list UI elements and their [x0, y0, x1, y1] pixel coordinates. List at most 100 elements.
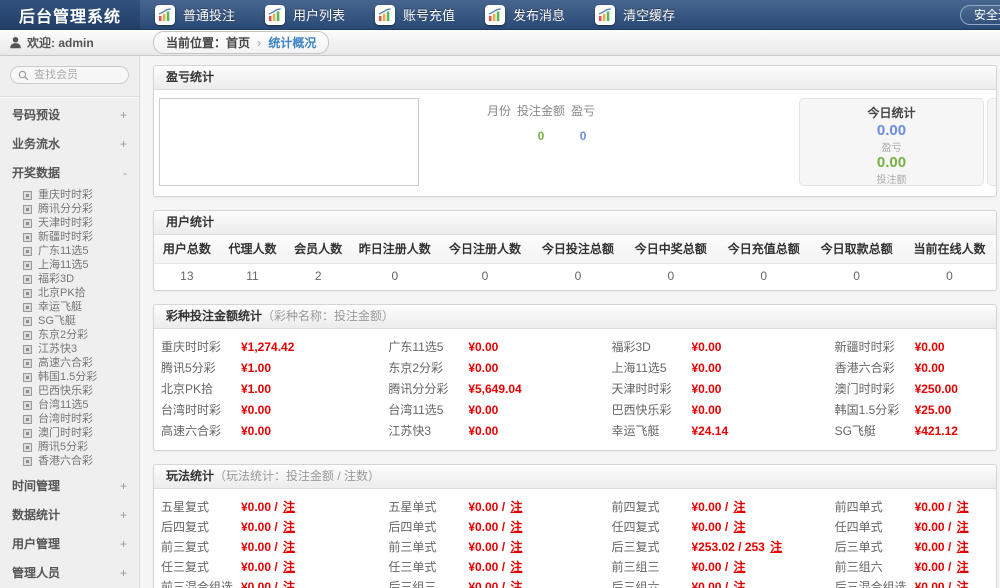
expand-toggle-icon[interactable]: - — [123, 166, 127, 180]
play-unit-link[interactable]: 注 — [510, 500, 522, 514]
sidebar-item-lottery[interactable]: 高速六合彩 — [0, 356, 139, 370]
lottery-name: 巴西快乐彩 — [611, 401, 691, 418]
lottery-amount: ¥250.00 — [915, 382, 958, 396]
play-unit-link[interactable]: 注 — [957, 560, 969, 574]
user-table-header-row: 用户总数代理人数会员人数昨日注册人数今日注册人数今日投注总额今日中奖总额今日充值… — [154, 235, 996, 264]
sidebar-item-lottery[interactable]: 江苏快3 — [0, 342, 139, 356]
col-month: 月份 — [484, 102, 514, 129]
play-unit-link[interactable]: 注 — [510, 560, 522, 574]
sidebar-item-label: 巴西快乐彩 — [38, 385, 93, 397]
play-unit-link[interactable]: 注 — [733, 500, 745, 514]
play-amount: ¥0.00 / 注 — [691, 518, 745, 535]
breadcrumb-prefix[interactable]: 当前位置：首页 — [166, 34, 250, 51]
play-unit-link[interactable]: 注 — [957, 520, 969, 534]
nav-item[interactable]: 普通投注 — [140, 0, 250, 29]
play-amount: ¥0.00 / 注 — [915, 518, 969, 535]
sidebar-group[interactable]: 号码预设 + — [0, 100, 139, 129]
user-table-column-header: 今日取款总额 — [810, 235, 903, 264]
play-unit-link[interactable]: 注 — [283, 580, 295, 588]
play-amount: ¥0.00 / 注 — [691, 498, 745, 515]
panel-title: 彩种投注金额统计 — [166, 309, 262, 323]
play-unit-link[interactable]: 注 — [733, 560, 745, 574]
play-amount: ¥0.00 / 注 — [241, 498, 295, 515]
play-unit-link[interactable]: 注 — [283, 520, 295, 534]
sidebar-item-lottery[interactable]: 巴西快乐彩 — [0, 384, 139, 398]
sidebar-item-lottery[interactable]: 香港六合彩 — [0, 454, 139, 468]
sidebar-group[interactable]: 管理人员 + — [0, 558, 139, 587]
app-title: 后台管理系统 — [0, 0, 140, 29]
play-unit-link[interactable]: 注 — [283, 500, 295, 514]
yesterday-stats-box: 昨日统计 0.00 盈亏 0.00 投注额 — [987, 98, 996, 186]
sidebar-item-lottery[interactable]: SG飞艇 — [0, 314, 139, 328]
sidebar-item-lottery[interactable]: 福彩3D — [0, 272, 139, 286]
profit-panel-header: 盈亏统计 — [154, 66, 996, 90]
sidebar-group[interactable]: 时间管理 + — [0, 471, 139, 500]
lottery-amount: ¥25.00 — [915, 403, 952, 417]
play-unit-link[interactable]: 注 — [510, 540, 522, 554]
expand-toggle-icon[interactable]: + — [120, 566, 127, 580]
expand-toggle-icon[interactable]: + — [120, 508, 127, 522]
logout-button[interactable]: 安全退出 — [960, 5, 1000, 25]
sidebar-item-lottery[interactable]: 广东11选5 — [0, 244, 139, 258]
lottery-stat-item: SG飞艇 ¥421.12 — [828, 420, 996, 441]
play-unit-link[interactable]: 注 — [283, 560, 295, 574]
user-stats-panel: 用户统计 用户总数代理人数会员人数昨日注册人数今日注册人数今日投注总额今日中奖总… — [153, 210, 997, 291]
sidebar-item-lottery[interactable]: 东京2分彩 — [0, 328, 139, 342]
sidebar-group[interactable]: 业务流水 + — [0, 129, 139, 158]
nav-item[interactable]: 用户列表 — [250, 0, 360, 29]
lottery-grid-icon — [23, 429, 32, 438]
play-name: 前四复式 — [611, 498, 691, 515]
sidebar-group-label: 开奖数据 — [12, 164, 60, 181]
user-table-cell: 2 — [285, 264, 351, 291]
lottery-grid-icon — [23, 247, 32, 256]
sidebar-item-lottery[interactable]: 天津时时彩 — [0, 216, 139, 230]
panel-title: 用户统计 — [166, 215, 214, 229]
sidebar-item-lottery[interactable]: 台湾11选5 — [0, 398, 139, 412]
welcome-text: 欢迎: admin — [27, 34, 94, 51]
expand-toggle-icon[interactable]: + — [120, 108, 127, 122]
sidebar-group[interactable]: 数据统计 + — [0, 500, 139, 529]
sidebar-item-lottery[interactable]: 台湾时时彩 — [0, 412, 139, 426]
sidebar-item-label: SG飞艇 — [38, 315, 76, 327]
sidebar-item-lottery[interactable]: 幸运飞艇 — [0, 300, 139, 314]
play-unit-link[interactable]: 注 — [733, 520, 745, 534]
chart-icon — [485, 5, 505, 25]
play-type-grid: 五星复式 ¥0.00 / 注 五星单式 ¥0.00 / 注 前四复式 ¥0.00… — [154, 489, 996, 588]
play-unit-link[interactable]: 注 — [957, 580, 969, 588]
nav-item[interactable]: 清空缓存 — [580, 0, 690, 29]
play-unit-link[interactable]: 注 — [283, 540, 295, 554]
lottery-stat-item: 巴西快乐彩 ¥0.00 — [604, 399, 827, 420]
sidebar-item-label: 重庆时时彩 — [38, 189, 93, 201]
play-unit-link[interactable]: 注 — [510, 580, 522, 588]
nav-item[interactable]: 发布消息 — [470, 0, 580, 29]
sidebar-item-lottery[interactable]: 腾讯5分彩 — [0, 440, 139, 454]
sidebar-group[interactable]: 用户管理 + — [0, 529, 139, 558]
play-type-panel: 玩法统计（玩法统计：投注金额 / 注数） 五星复式 ¥0.00 / 注 五星单式… — [153, 464, 997, 588]
play-amount: ¥0.00 / 注 — [691, 558, 745, 575]
play-unit-link[interactable]: 注 — [957, 500, 969, 514]
expand-toggle-icon[interactable]: + — [120, 137, 127, 151]
nav-item[interactable]: 账号充值 — [360, 0, 470, 29]
breadcrumb-current[interactable]: 统计概况 — [268, 34, 316, 51]
sidebar-item-lottery[interactable]: 腾讯分分彩 — [0, 202, 139, 216]
sidebar-item-lottery[interactable]: 澳门时时彩 — [0, 426, 139, 440]
lottery-amount: ¥0.00 — [915, 340, 945, 354]
sidebar-item-lottery[interactable]: 新疆时时彩 — [0, 230, 139, 244]
play-unit-link[interactable]: 注 — [770, 540, 782, 554]
sidebar-item-lottery[interactable]: 韩国1.5分彩 — [0, 370, 139, 384]
sidebar-item-lottery[interactable]: 上海11选5 — [0, 258, 139, 272]
search-input[interactable] — [34, 69, 118, 81]
lottery-name: 香港六合彩 — [835, 359, 915, 376]
sidebar-item-lottery[interactable]: 重庆时时彩 — [0, 188, 139, 202]
expand-toggle-icon[interactable]: + — [120, 479, 127, 493]
expand-toggle-icon[interactable]: + — [120, 537, 127, 551]
user-table-cell: 0 — [351, 264, 439, 291]
lottery-grid-icon — [23, 303, 32, 312]
play-unit-link[interactable]: 注 — [510, 520, 522, 534]
sidebar-item-lottery[interactable]: 北京PK拾 — [0, 286, 139, 300]
play-unit-link[interactable]: 注 — [733, 580, 745, 588]
member-search-box[interactable] — [10, 66, 129, 84]
play-name: 任四单式 — [835, 518, 915, 535]
sidebar-group[interactable]: 开奖数据 - — [0, 158, 139, 187]
play-unit-link[interactable]: 注 — [957, 540, 969, 554]
